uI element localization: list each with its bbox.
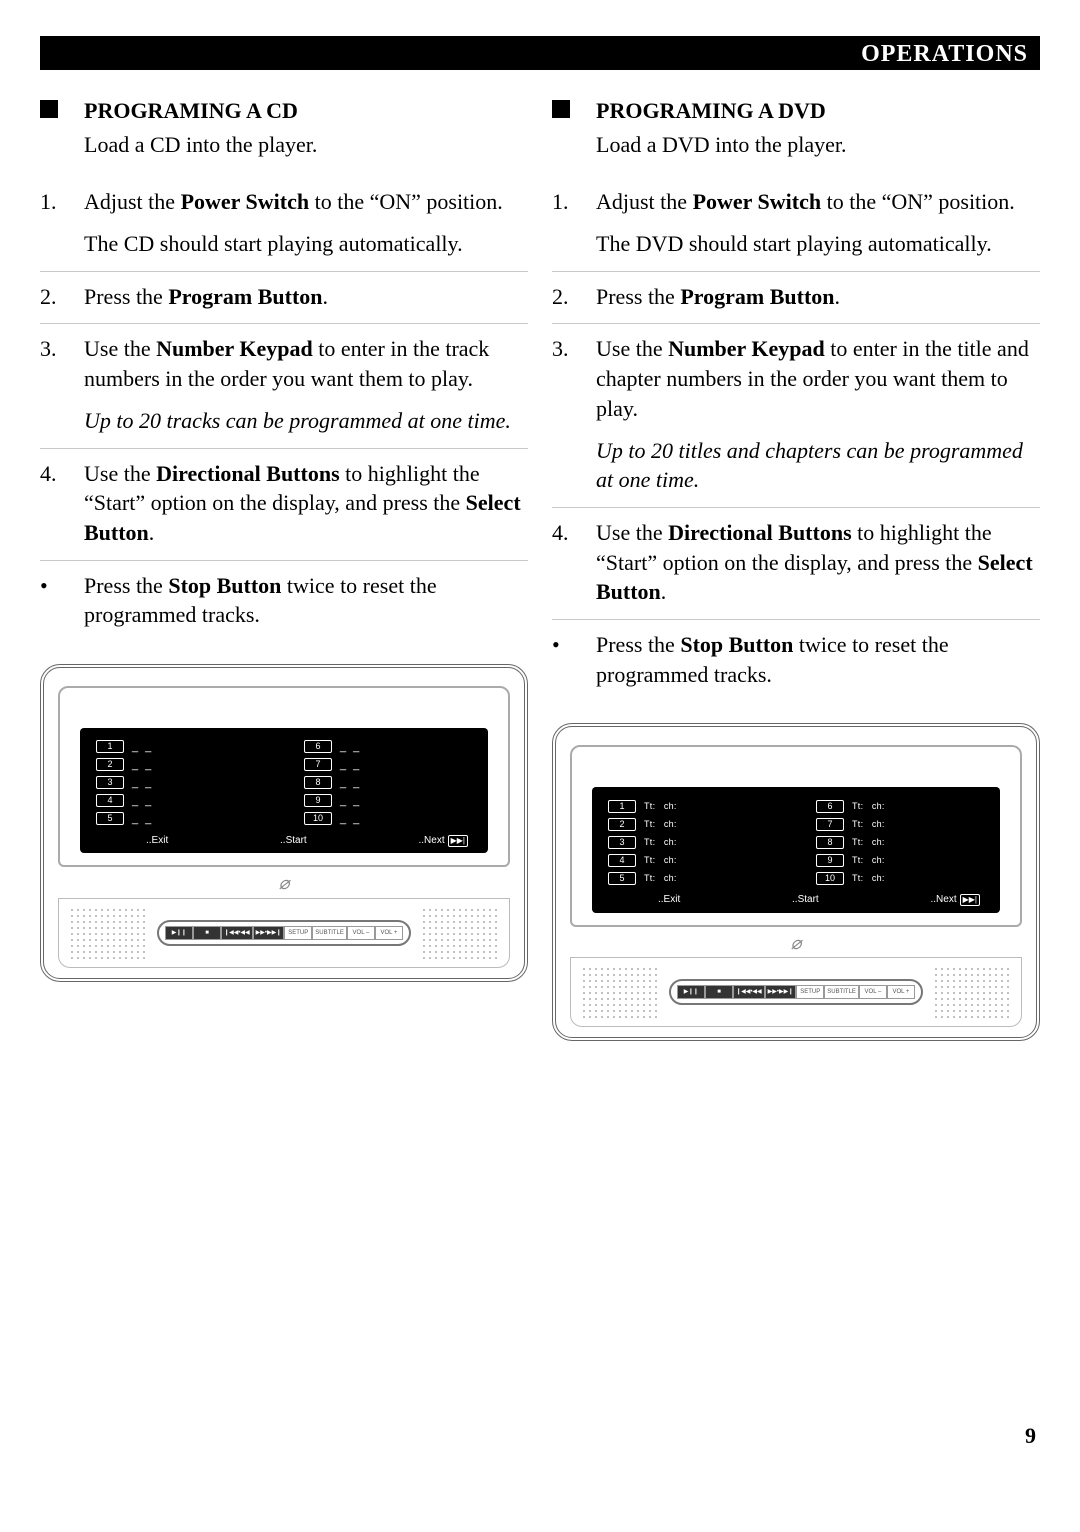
step-number: 1. [552, 187, 578, 258]
prev-button: ❙◀◀•◀◀ [733, 985, 765, 999]
cd-lead: Load a CD into the player. [84, 130, 317, 160]
step-body: Adjust the Power Switch to the “ON” posi… [596, 187, 1040, 258]
control-strip: ▶❙❙ ■ ❙◀◀•◀◀ ▶▶•▶▶❙ SETUP SUBTITLE VOL –… [669, 979, 923, 1005]
header-bar: OPERATIONS [40, 36, 1040, 70]
device-base: ▶❙❙ ■ ❙◀◀•◀◀ ▶▶•▶▶❙ SETUP SUBTITLE VOL –… [570, 957, 1022, 1027]
step-number: 2. [552, 282, 578, 312]
speaker-left [67, 905, 149, 961]
vol-down-button: VOL – [859, 985, 887, 999]
header-title: OPERATIONS [861, 38, 1028, 70]
step-sub: The DVD should start playing automatical… [596, 229, 1040, 259]
play-pause-button: ▶❙❙ [165, 926, 193, 940]
step-number: 2. [40, 282, 66, 312]
hinge-icon: ⌀ [58, 871, 510, 895]
speaker-right [931, 964, 1013, 1020]
step-number: 3. [552, 334, 578, 494]
bullet-body: Press the Stop Button twice to reset the… [84, 571, 528, 630]
screen-start: ..Start [792, 893, 819, 907]
setup-button: SETUP [796, 985, 824, 999]
cd-heading: PROGRAMING A CD [84, 96, 317, 126]
page-number: 9 [40, 1421, 1040, 1451]
play-pause-button: ▶❙❙ [677, 985, 705, 999]
subtitle-button: SUBTITLE [824, 985, 859, 999]
step-body: Press the Program Button. [596, 282, 1040, 312]
next-button: ▶▶•▶▶❙ [253, 926, 285, 940]
cd-device-illustration: 1_ _ 2_ _ 3_ _ 4_ _ 5_ _ 6_ _ 7_ _ 8_ _ … [40, 664, 528, 982]
next-icon: ▶▶| [448, 835, 468, 847]
step-sub: The CD should start playing automaticall… [84, 229, 528, 259]
step-number: 4. [552, 518, 578, 607]
dvd-device-illustration: 1Tt: ch: 2Tt: ch: 3Tt: ch: 4Tt: ch: 5Tt:… [552, 723, 1040, 1041]
step-sub-italic: Up to 20 tracks can be programmed at one… [84, 406, 528, 436]
prev-button: ❙◀◀•◀◀ [221, 926, 253, 940]
subtitle-button: SUBTITLE [312, 926, 347, 940]
screen-next: ..Next▶▶| [930, 893, 980, 907]
cd-steps-list: 1. Adjust the Power Switch to the “ON” p… [40, 177, 528, 559]
dvd-heading: PROGRAMING A DVD [596, 96, 847, 126]
setup-button: SETUP [284, 926, 312, 940]
vol-up-button: VOL + [375, 926, 403, 940]
stop-button: ■ [705, 985, 733, 999]
step-number: 1. [40, 187, 66, 258]
screen-start: ..Start [280, 834, 307, 848]
program-grid: 1Tt: ch: 2Tt: ch: 3Tt: ch: 4Tt: ch: 5Tt:… [592, 787, 1000, 913]
dvd-steps-list: 1. Adjust the Power Switch to the “ON” p… [552, 177, 1040, 619]
device-screen: 1_ _ 2_ _ 3_ _ 4_ _ 5_ _ 6_ _ 7_ _ 8_ _ … [58, 686, 510, 868]
step-body: Use the Number Keypad to enter in the tr… [84, 334, 528, 435]
dvd-column: PROGRAMING A DVD Load a DVD into the pla… [552, 96, 1040, 1041]
stop-button: ■ [193, 926, 221, 940]
control-strip: ▶❙❙ ■ ❙◀◀•◀◀ ▶▶•▶▶❙ SETUP SUBTITLE VOL –… [157, 920, 411, 946]
cd-column: PROGRAMING A CD Load a CD into the playe… [40, 96, 528, 1041]
step-body: Use the Number Keypad to enter in the ti… [596, 334, 1040, 494]
device-screen: 1Tt: ch: 2Tt: ch: 3Tt: ch: 4Tt: ch: 5Tt:… [570, 745, 1022, 927]
vol-down-button: VOL – [347, 926, 375, 940]
dvd-lead: Load a DVD into the player. [596, 130, 847, 160]
device-base: ▶❙❙ ■ ❙◀◀•◀◀ ▶▶•▶▶❙ SETUP SUBTITLE VOL –… [58, 898, 510, 968]
section-marker-icon [552, 100, 570, 118]
next-button: ▶▶•▶▶❙ [765, 985, 797, 999]
speaker-right [419, 905, 501, 961]
vol-up-button: VOL + [887, 985, 915, 999]
step-body: Use the Directional Buttons to highlight… [596, 518, 1040, 607]
step-sub-italic: Up to 20 titles and chapters can be prog… [596, 436, 1040, 495]
bullet-icon [40, 571, 66, 630]
screen-next: ..Next▶▶| [418, 834, 468, 848]
step-body: Use the Directional Buttons to highlight… [84, 459, 528, 548]
step-body: Adjust the Power Switch to the “ON” posi… [84, 187, 528, 258]
screen-exit: ..Exit [146, 834, 168, 848]
step-body: Press the Program Button. [84, 282, 528, 312]
bullet-body: Press the Stop Button twice to reset the… [596, 630, 1040, 689]
screen-exit: ..Exit [658, 893, 680, 907]
step-number: 3. [40, 334, 66, 435]
program-grid: 1_ _ 2_ _ 3_ _ 4_ _ 5_ _ 6_ _ 7_ _ 8_ _ … [80, 728, 488, 854]
bullet-icon [552, 630, 578, 689]
hinge-icon: ⌀ [570, 931, 1022, 955]
step-number: 4. [40, 459, 66, 548]
next-icon: ▶▶| [960, 894, 980, 906]
section-marker-icon [40, 100, 58, 118]
speaker-left [579, 964, 661, 1020]
